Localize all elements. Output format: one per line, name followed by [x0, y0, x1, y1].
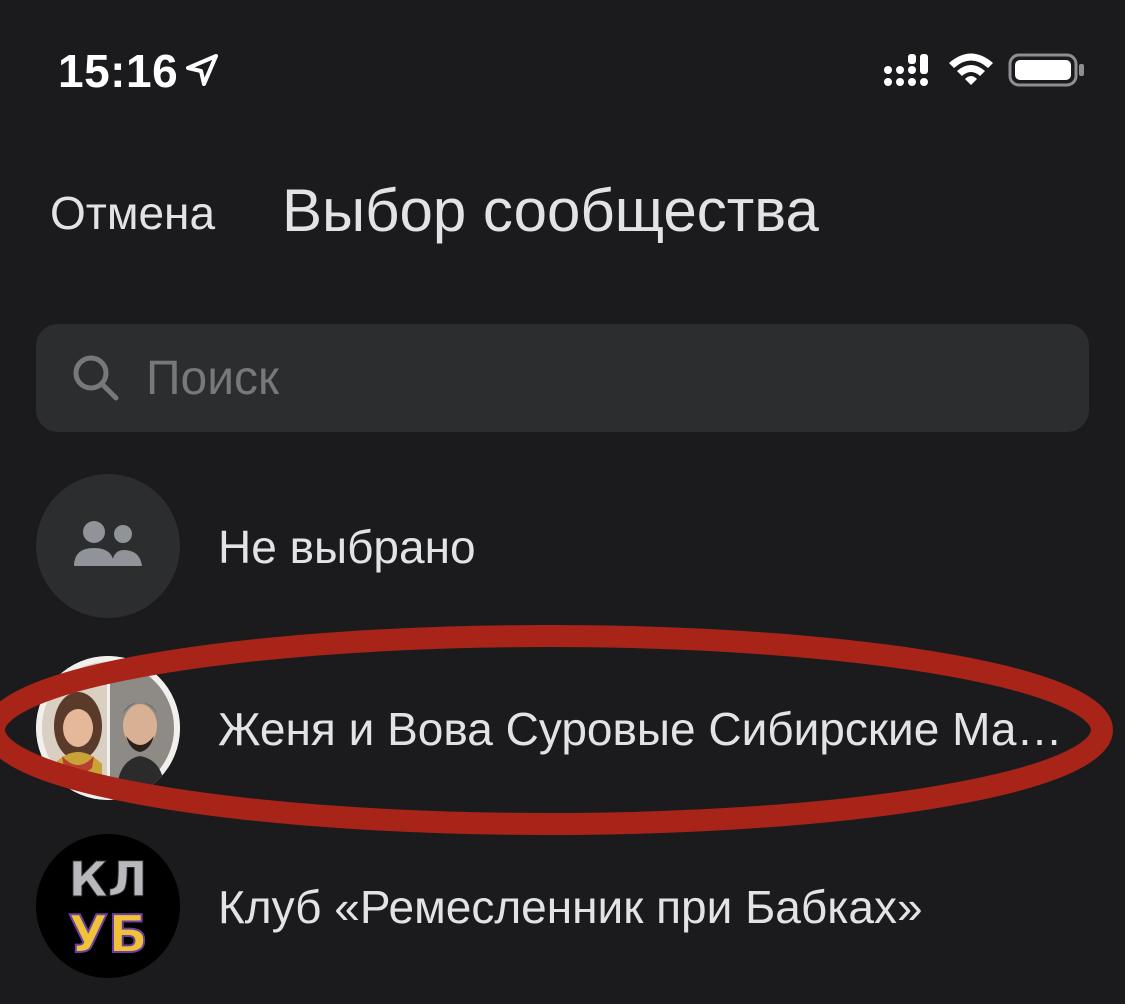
search-input[interactable] [146, 340, 1046, 416]
community-item-zhenya-vova[interactable]: Женя и Вова Суровые Сибирские Мастера [0, 656, 1125, 826]
battery-icon [1008, 53, 1084, 87]
club-logo: КЛ УБ [36, 834, 180, 978]
signal-icon [884, 54, 928, 86]
nav-bar: Отмена Выбор сообщества [0, 160, 1125, 270]
club-logo-avatar: КЛ УБ [36, 834, 180, 978]
status-bar: 15:16 [0, 0, 1125, 140]
avatar [36, 474, 180, 618]
group-icon [74, 521, 142, 566]
community-item-none[interactable]: Не выбрано [0, 474, 1125, 644]
community-label: Женя и Вова Суровые Сибирские Мастера [218, 703, 1078, 755]
svg-text:УБ: УБ [68, 905, 148, 965]
cancel-button[interactable]: Отмена [50, 186, 215, 240]
status-time: 15:16 [58, 45, 179, 97]
community-label: Не выбрано [218, 521, 476, 573]
community-photo-avatar [36, 656, 180, 800]
community-label: Клуб «Ремесленник при Бабках» [218, 881, 923, 933]
location-arrow-icon [186, 54, 218, 86]
wifi-icon [949, 53, 993, 85]
community-item-club[interactable]: КЛ УБ Клуб «Ремесленник при Бабках» [0, 834, 1125, 1004]
community-photo [36, 656, 180, 800]
search-icon [73, 355, 119, 401]
page-title: Выбор сообщества [282, 177, 819, 244]
svg-text:КЛ: КЛ [68, 852, 147, 908]
